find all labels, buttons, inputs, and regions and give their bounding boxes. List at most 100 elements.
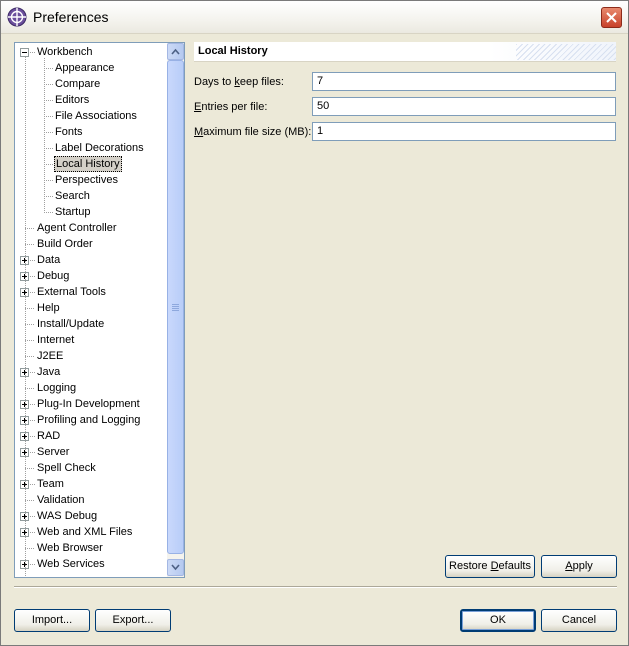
preference-tree[interactable]: Workbench Appearance Compare Editors File As…	[14, 42, 185, 578]
tree-item[interactable]: Data	[15, 252, 167, 268]
tree-connector	[44, 180, 54, 181]
tree-connector	[30, 436, 35, 437]
tree-item[interactable]: Debug	[15, 268, 167, 284]
cancel-button[interactable]: Cancel	[541, 609, 617, 632]
tree-connector	[44, 58, 45, 212]
tree-item-label: Java	[37, 366, 61, 378]
tree-item[interactable]: Logging	[15, 380, 167, 396]
tree-connector	[25, 308, 35, 309]
restore-defaults-button[interactable]: Restore Defaults	[445, 555, 535, 578]
tree-item[interactable]: External Tools	[15, 284, 167, 300]
tree-item[interactable]: File Associations	[15, 108, 167, 124]
tree-item-label: Plug-In Development	[37, 398, 140, 410]
close-button[interactable]	[601, 7, 622, 28]
max-file-size-label: Maximum file size (MB):	[194, 126, 311, 138]
tree-connector	[25, 340, 35, 341]
tree-connector	[30, 516, 35, 517]
tree-connector	[44, 68, 54, 69]
tree-item[interactable]: Web Browser	[15, 540, 167, 556]
tree-item[interactable]: Web and XML Files	[15, 524, 167, 540]
tree-connector	[30, 52, 35, 53]
tree-item[interactable]: Java	[15, 364, 167, 380]
ok-button[interactable]: OK	[460, 609, 536, 632]
tree-item[interactable]: Compare	[15, 76, 167, 92]
tree-item-label: Help	[37, 302, 60, 314]
tree-item[interactable]: Workbench	[15, 44, 167, 60]
scroll-down-button[interactable]	[167, 559, 184, 576]
tree-connector	[30, 260, 35, 261]
tree-item-label: Agent Controller	[37, 222, 117, 234]
tree-item[interactable]: Startup	[15, 204, 167, 220]
scroll-thumb[interactable]	[167, 60, 184, 554]
button-text: pply	[572, 560, 593, 572]
mnemonic: D	[490, 560, 499, 572]
tree-item[interactable]: Label Decorations	[15, 140, 167, 156]
mnemonic: A	[565, 560, 573, 572]
tree-item-label: Validation	[37, 494, 85, 506]
tree-item[interactable]: Agent Controller	[15, 220, 167, 236]
days-to-keep-label: Days to keep files:	[194, 76, 284, 88]
tree-connector	[44, 212, 54, 213]
tree-item[interactable]: Team	[15, 476, 167, 492]
tree-item[interactable]: Install/Update	[15, 316, 167, 332]
tree-item-label: Debug	[37, 270, 70, 282]
tree-vertical-scrollbar[interactable]	[167, 43, 184, 577]
tree-item[interactable]: Internet	[15, 332, 167, 348]
tree-item[interactable]: Fonts	[15, 124, 167, 140]
header-decoration	[516, 44, 616, 60]
tree-item-label: Local History	[54, 156, 122, 172]
tree-item[interactable]: Web Services	[15, 556, 167, 572]
window-title: Preferences	[33, 9, 109, 25]
tree-item[interactable]: Spell Check	[15, 460, 167, 476]
tree-item[interactable]: J2EE	[15, 348, 167, 364]
max-file-size-input[interactable]: 1	[312, 122, 616, 141]
preferences-dialog: Preferences Workbench Appearance Compare Ed…	[0, 0, 629, 646]
tree-connector	[25, 57, 26, 577]
entries-per-file-input[interactable]: 50	[312, 97, 616, 116]
label-text: Days to	[194, 76, 235, 88]
tree-item-label: Appearance	[55, 62, 115, 74]
button-text: Restore	[449, 560, 491, 572]
tree-connector	[44, 164, 54, 165]
mnemonic: M	[194, 126, 204, 138]
scroll-up-button[interactable]	[167, 43, 184, 60]
tree-connector	[44, 148, 54, 149]
tree-item[interactable]: Local History	[15, 156, 167, 172]
tree-connector	[30, 564, 35, 565]
tree-item-label: Server	[37, 446, 70, 458]
tree-connector	[44, 100, 54, 101]
tree-item[interactable]: Validation	[15, 492, 167, 508]
apply-button[interactable]: Apply	[541, 555, 617, 578]
tree-item[interactable]: Build Order	[15, 236, 167, 252]
tree-item[interactable]: RAD	[15, 428, 167, 444]
tree-item[interactable]: Editors	[15, 92, 167, 108]
tree-item-label: WAS Debug	[37, 510, 98, 522]
tree-item-label: Web and XML Files	[37, 526, 133, 538]
app-icon	[7, 7, 27, 27]
tree-item[interactable]: Profiling and Logging	[15, 412, 167, 428]
export-button[interactable]: Export...	[95, 609, 171, 632]
tree-item[interactable]: Perspectives	[15, 172, 167, 188]
tree-item-label: Team	[37, 478, 64, 490]
tree-item[interactable]: WAS Debug	[15, 508, 167, 524]
tree-item-label: Fonts	[55, 126, 83, 138]
tree-item[interactable]: Search	[15, 188, 167, 204]
tree-item[interactable]: Appearance	[15, 60, 167, 76]
tree-connector	[25, 324, 35, 325]
import-button[interactable]: Import...	[14, 609, 90, 632]
days-to-keep-input[interactable]: 7	[312, 72, 616, 91]
tree-item-label: Startup	[55, 206, 91, 218]
scroll-grip-line	[172, 304, 179, 305]
tree-item[interactable]: Help	[15, 300, 167, 316]
tree-connector	[30, 452, 35, 453]
tree-item[interactable]: Plug-In Development	[15, 396, 167, 412]
label-text: eep files:	[239, 76, 284, 88]
tree-item[interactable]: Server	[15, 444, 167, 460]
tree-item-label: Logging	[37, 382, 77, 394]
title-bar[interactable]: Preferences	[1, 1, 628, 34]
tree-item-label: File Associations	[55, 110, 137, 122]
tree-connector	[44, 196, 54, 197]
collapse-minus-icon[interactable]	[20, 48, 29, 57]
page-header: Local History	[194, 42, 616, 62]
scroll-grip-line	[172, 306, 179, 307]
